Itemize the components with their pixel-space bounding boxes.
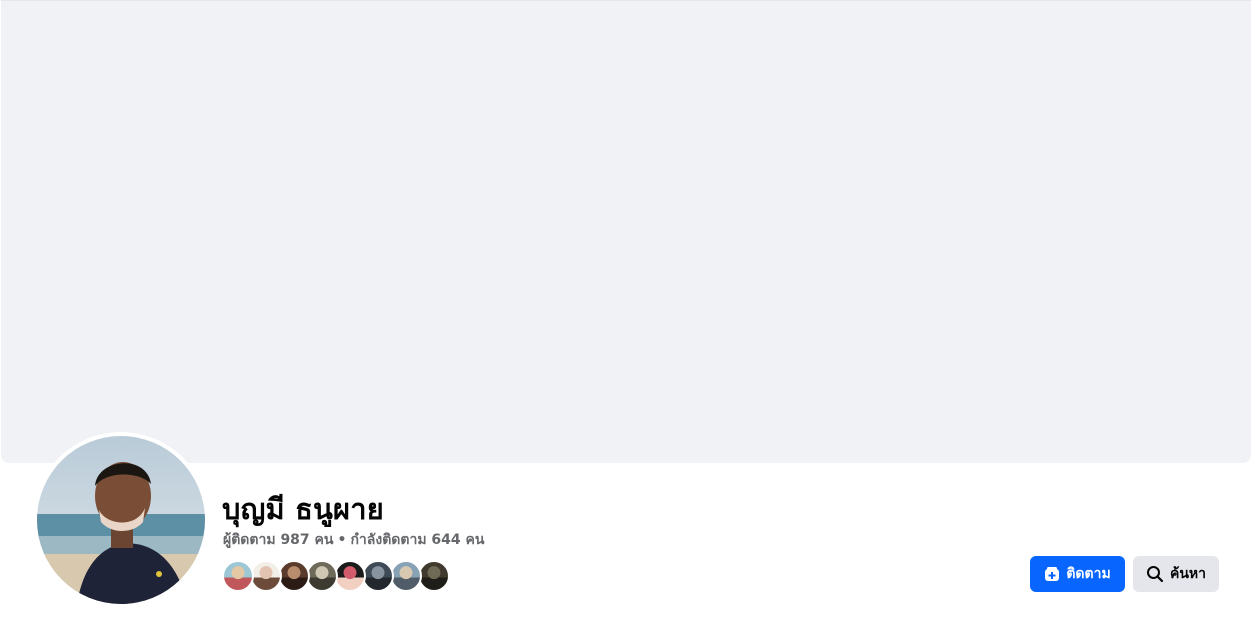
stats-separator: • <box>337 532 347 548</box>
friend-avatar[interactable] <box>334 560 366 592</box>
profile-name: บุญมี ธนูผาย <box>222 492 384 526</box>
profile-photo-illustration <box>37 436 205 604</box>
friend-avatar[interactable] <box>390 560 422 592</box>
friend-avatar[interactable] <box>250 560 282 592</box>
follow-button[interactable]: ติดตาม <box>1030 556 1125 592</box>
friend-avatar[interactable] <box>222 560 254 592</box>
friend-avatar[interactable] <box>418 560 450 592</box>
follow-icon <box>1045 567 1060 581</box>
cover-photo[interactable] <box>1 0 1251 463</box>
profile-stats: ผู้ติดตาม 987 คน • กำลังติดตาม 644 คน <box>223 529 484 551</box>
follow-button-label: ติดตาม <box>1066 566 1111 582</box>
following-count[interactable]: กำลังติดตาม 644 คน <box>350 532 484 548</box>
friends-avatar-row <box>222 560 450 592</box>
friend-avatar[interactable] <box>362 560 394 592</box>
friend-avatar[interactable] <box>306 560 338 592</box>
search-icon <box>1146 566 1164 583</box>
profile-picture[interactable] <box>37 436 205 604</box>
profile-picture-ring <box>33 432 209 608</box>
followers-count[interactable]: ผู้ติดตาม 987 คน <box>223 532 333 548</box>
friend-avatar[interactable] <box>278 560 310 592</box>
search-button-label: ค้นหา <box>1169 566 1207 582</box>
search-button[interactable]: ค้นหา <box>1133 556 1219 592</box>
